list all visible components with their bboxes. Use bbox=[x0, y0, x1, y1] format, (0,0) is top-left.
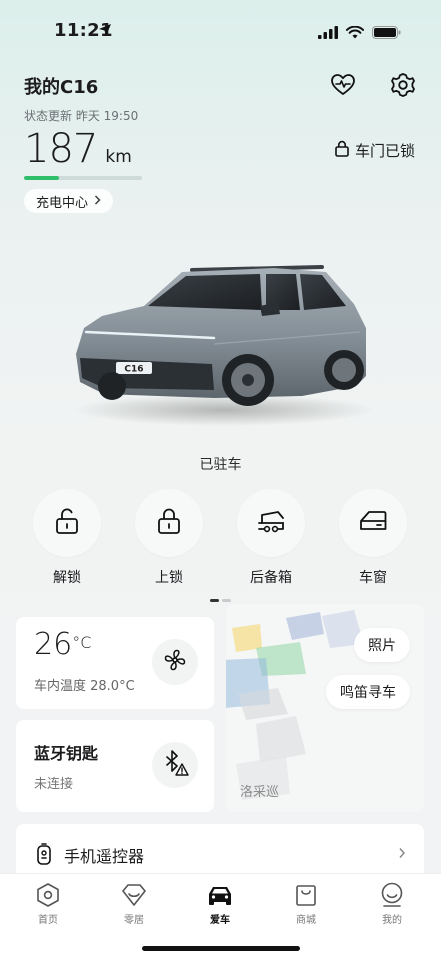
photo-caption: 洛采巡 bbox=[240, 785, 280, 800]
car-title[interactable]: 我的C16 bbox=[24, 73, 98, 99]
tab-home[interactable]: 首页 bbox=[18, 882, 78, 926]
range-bar-fill bbox=[24, 176, 60, 180]
charge-center-button[interactable]: 充电中心 bbox=[24, 189, 114, 213]
status-bar: 11:21 bbox=[0, 0, 441, 64]
tab-home-label: 首页 bbox=[38, 915, 58, 926]
temperature-unit: °C bbox=[72, 633, 92, 652]
health-heart-icon[interactable] bbox=[330, 72, 356, 98]
lock-icon bbox=[156, 507, 182, 539]
page-dot-active bbox=[210, 599, 219, 602]
phone-remote-label: 手机遥控器 bbox=[64, 847, 145, 866]
location-arrow-icon bbox=[98, 22, 112, 41]
range-display: 187 km bbox=[24, 126, 132, 172]
bluetooth-warning-icon bbox=[161, 749, 189, 781]
status-update-time: 状态更新 昨天 19:50 bbox=[24, 109, 139, 123]
range-unit: km bbox=[105, 147, 132, 167]
lock-label: 上锁 bbox=[155, 570, 183, 586]
status-icons bbox=[318, 24, 401, 43]
tab-profile-label: 我的 bbox=[382, 915, 402, 926]
climate-card[interactable]: 26°C 车内温度 28.0°C bbox=[16, 617, 214, 709]
shopping-bag-icon bbox=[276, 882, 336, 908]
diamond-heart-icon bbox=[104, 882, 164, 908]
window-button-circle[interactable] bbox=[339, 489, 407, 557]
bluetooth-key-card[interactable]: 蓝牙钥匙 未连接 bbox=[16, 720, 214, 812]
trunk-button-circle[interactable] bbox=[237, 489, 305, 557]
window-icon bbox=[358, 509, 388, 537]
battery-icon bbox=[372, 24, 401, 43]
bluetooth-button[interactable] bbox=[152, 742, 198, 788]
car-icon bbox=[190, 882, 250, 908]
unlock-button-circle[interactable] bbox=[33, 489, 101, 557]
unlock-label: 解锁 bbox=[53, 570, 81, 586]
temperature-display: 26°C bbox=[34, 627, 91, 662]
padlock-icon bbox=[335, 140, 349, 161]
inside-temperature: 车内温度 28.0°C bbox=[34, 679, 135, 694]
svg-text:C16: C16 bbox=[124, 365, 143, 375]
photo-button[interactable]: 照片 bbox=[354, 628, 410, 662]
horn-find-car-button[interactable]: 鸣笛寻车 bbox=[326, 675, 410, 709]
temperature-value: 26 bbox=[34, 627, 73, 662]
chevron-right-icon bbox=[398, 844, 406, 863]
signal-icon bbox=[318, 24, 338, 43]
settings-gear-icon[interactable] bbox=[390, 72, 416, 98]
home-indicator[interactable] bbox=[142, 946, 300, 951]
window-label: 车窗 bbox=[359, 570, 387, 586]
trunk-button[interactable]: 后备箱 bbox=[236, 489, 306, 587]
chevron-right-icon bbox=[94, 194, 101, 209]
page-indicator bbox=[210, 599, 231, 602]
bluetooth-key-status: 未连接 bbox=[34, 777, 74, 792]
door-lock-status[interactable]: 车门已锁 bbox=[335, 140, 415, 161]
trunk-icon bbox=[256, 509, 286, 537]
tab-lingju[interactable]: 零居 bbox=[104, 882, 164, 926]
car-image[interactable]: C16 bbox=[64, 258, 378, 436]
bluetooth-key-title: 蓝牙钥匙 bbox=[34, 744, 99, 763]
window-button[interactable]: 车窗 bbox=[338, 489, 408, 587]
key-fob-icon bbox=[36, 842, 52, 870]
door-status-label: 车门已锁 bbox=[354, 142, 415, 160]
profile-icon bbox=[362, 882, 422, 908]
lock-button-circle[interactable] bbox=[135, 489, 203, 557]
tab-my-car[interactable]: 爱车 bbox=[190, 882, 250, 926]
charge-center-label: 充电中心 bbox=[36, 195, 89, 211]
lock-button[interactable]: 上锁 bbox=[134, 489, 204, 587]
range-value: 187 bbox=[24, 126, 98, 172]
fan-button[interactable] bbox=[152, 639, 198, 685]
photo-card[interactable]: 照片 鸣笛寻车 洛采巡 bbox=[226, 604, 424, 812]
tab-mall-label: 商城 bbox=[296, 915, 316, 926]
trunk-label: 后备箱 bbox=[250, 570, 292, 586]
home-hex-icon bbox=[18, 882, 78, 908]
unlock-button[interactable]: 解锁 bbox=[32, 489, 102, 587]
fan-icon bbox=[163, 648, 187, 676]
wifi-icon bbox=[346, 24, 364, 43]
tab-profile[interactable]: 我的 bbox=[362, 882, 422, 926]
page-dot bbox=[222, 599, 231, 602]
range-bar bbox=[24, 176, 142, 180]
unlock-icon bbox=[54, 507, 80, 539]
tab-lingju-label: 零居 bbox=[124, 915, 144, 926]
tab-mall[interactable]: 商城 bbox=[276, 882, 336, 926]
parking-status: 已驻车 bbox=[199, 457, 242, 473]
tab-my-car-label: 爱车 bbox=[210, 915, 230, 926]
